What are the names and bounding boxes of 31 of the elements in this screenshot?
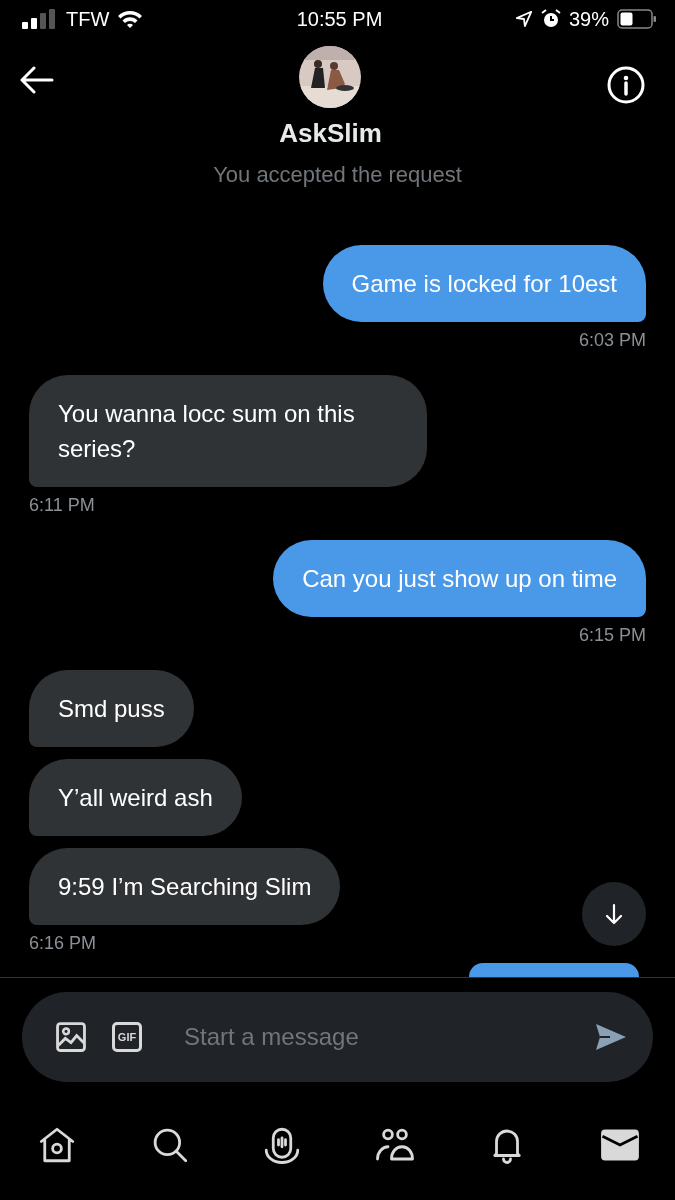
- received-message: 9:59 I’m Searching Slim: [29, 848, 341, 925]
- received-message: Y’all weird ash: [29, 759, 242, 836]
- contact-name: AskSlim: [279, 118, 382, 149]
- arrow-down-icon: [604, 903, 624, 925]
- battery-percent: 39%: [568, 7, 609, 31]
- battery-icon: [617, 9, 657, 29]
- back-button[interactable]: [20, 66, 54, 94]
- message-input[interactable]: Start a message: [182, 1022, 571, 1052]
- signal-icon: [22, 9, 58, 29]
- carrier-name: TFW: [66, 7, 110, 31]
- wifi-icon: [117, 9, 144, 29]
- received-message: Smd puss: [29, 670, 194, 747]
- send-icon: [595, 1023, 627, 1051]
- message-time: 6:03 PM: [578, 330, 646, 351]
- info-icon: [607, 66, 645, 104]
- message-time: 6:16 PM: [29, 933, 97, 954]
- image-button[interactable]: [54, 1020, 88, 1054]
- image-icon: [54, 1020, 88, 1054]
- send-button[interactable]: [595, 1023, 627, 1051]
- alarm-icon: [540, 9, 561, 29]
- sent-message: Game is locked for 10est: [322, 245, 646, 322]
- back-arrow-icon: [20, 66, 54, 94]
- sent-message: Can you just show up on time: [273, 540, 646, 617]
- message-time: 6:11 PM: [29, 495, 95, 516]
- notice-text: You accepted the request: [212, 162, 463, 188]
- status-time: 10:55 PM: [296, 7, 383, 31]
- message-time: 6:15 PM: [578, 625, 646, 646]
- info-button[interactable]: [607, 66, 645, 104]
- received-message: You wanna locc sum on this series?: [29, 375, 427, 487]
- gif-button[interactable]: GIF: [112, 1022, 142, 1052]
- location-icon: [514, 10, 533, 28]
